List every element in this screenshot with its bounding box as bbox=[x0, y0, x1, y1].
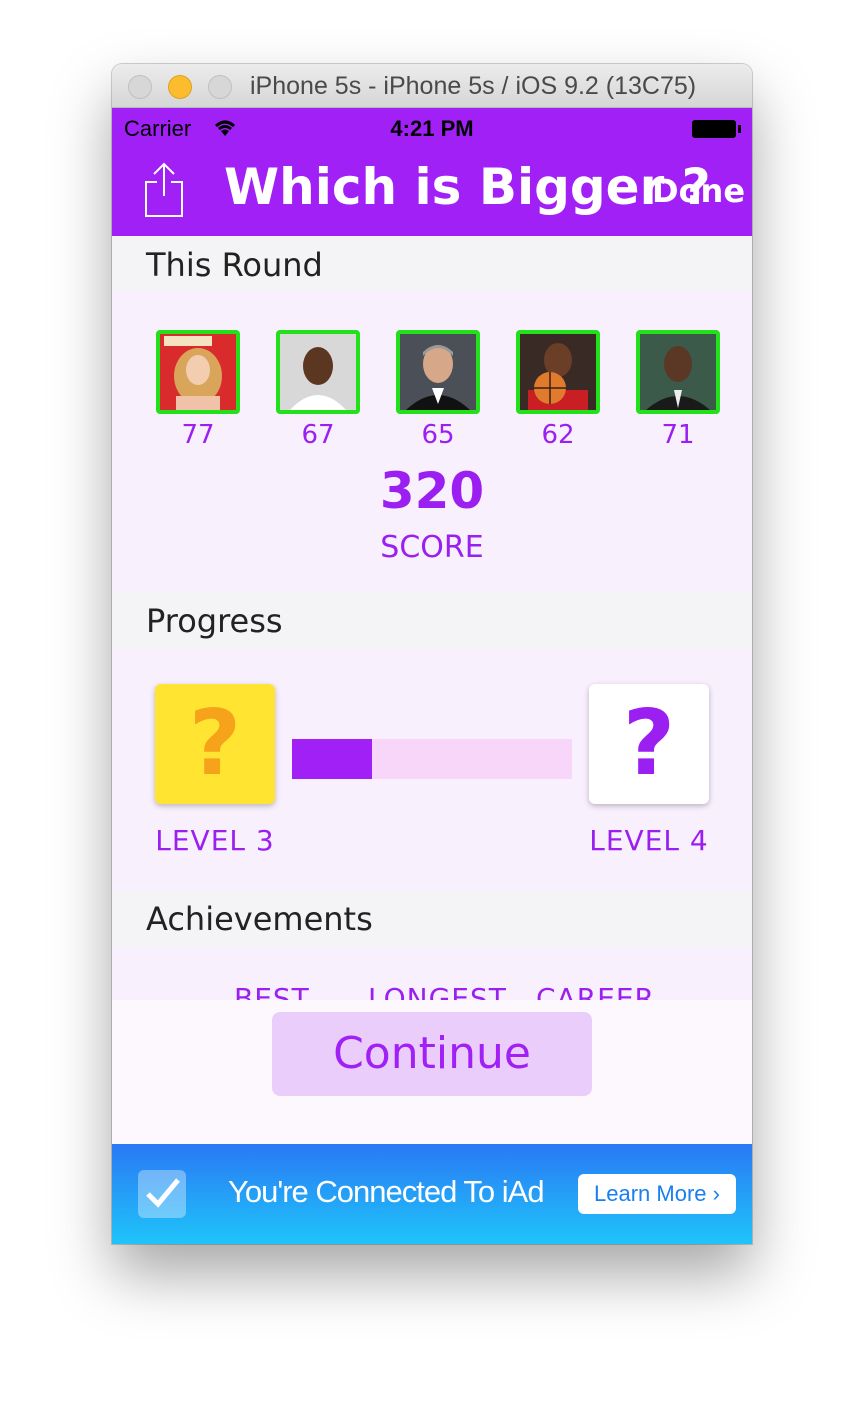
round-item: 71 bbox=[636, 330, 720, 450]
simulator-window: iPhone 5s - iPhone 5s / iOS 9.2 (13C75) … bbox=[112, 64, 752, 1244]
page-title: Which is Bigger ? bbox=[224, 158, 711, 216]
round-item: 65 bbox=[396, 330, 480, 450]
next-level-label: LEVEL 4 bbox=[589, 824, 709, 857]
level-progress-fill bbox=[292, 739, 372, 779]
battery-icon bbox=[692, 120, 736, 138]
achievements-header: Achievements bbox=[112, 890, 752, 946]
question-mark-icon: ? bbox=[188, 691, 242, 796]
continue-area: Continue bbox=[112, 1000, 752, 1144]
round-item-value: 77 bbox=[181, 420, 215, 450]
navigation-bar: Which is Bigger ? Done bbox=[112, 148, 752, 236]
minimize-window-button[interactable] bbox=[168, 75, 192, 99]
share-icon[interactable] bbox=[144, 162, 184, 223]
achievements-section: BEST LONGEST CAREER bbox=[112, 946, 752, 1006]
round-item: 77 bbox=[156, 330, 240, 450]
portrait-4[interactable] bbox=[516, 330, 600, 414]
current-level-label: LEVEL 3 bbox=[155, 824, 275, 857]
round-item-value: 65 bbox=[421, 420, 455, 450]
battery-tip bbox=[738, 125, 741, 133]
achievements-heading: Achievements bbox=[146, 900, 373, 938]
window-title: iPhone 5s - iPhone 5s / iOS 9.2 (13C75) bbox=[250, 72, 697, 100]
learn-more-button[interactable]: Learn More › bbox=[578, 1174, 736, 1214]
score-label: SCORE bbox=[380, 530, 484, 565]
window-titlebar: iPhone 5s - iPhone 5s / iOS 9.2 (13C75) bbox=[112, 64, 752, 108]
checkmark-icon bbox=[138, 1170, 186, 1218]
done-button[interactable]: Done bbox=[652, 172, 745, 210]
portrait-5[interactable] bbox=[636, 330, 720, 414]
continue-button[interactable]: Continue bbox=[272, 1012, 592, 1096]
status-bar: Carrier 4:21 PM bbox=[112, 108, 752, 148]
portrait-3[interactable] bbox=[396, 330, 480, 414]
current-level-box: ? bbox=[155, 684, 275, 804]
iad-banner[interactable]: You're Connected To iAd Learn More › bbox=[112, 1144, 752, 1244]
this-round-header: This Round bbox=[112, 236, 752, 292]
round-item-value: 71 bbox=[661, 420, 695, 450]
zoom-window-button[interactable] bbox=[208, 75, 232, 99]
phone-screen: Carrier 4:21 PM Which is Bigger ? Done T… bbox=[112, 108, 752, 1244]
round-item: 67 bbox=[276, 330, 360, 450]
round-item: 62 bbox=[516, 330, 600, 450]
question-mark-icon: ? bbox=[622, 691, 676, 796]
round-item-value: 62 bbox=[541, 420, 575, 450]
iad-message: You're Connected To iAd bbox=[228, 1174, 545, 1209]
progress-heading: Progress bbox=[146, 602, 283, 640]
round-item-value: 67 bbox=[301, 420, 335, 450]
close-window-button[interactable] bbox=[128, 75, 152, 99]
level-progress-bar bbox=[292, 739, 572, 779]
score-value: 320 bbox=[379, 462, 485, 520]
this-round-heading: This Round bbox=[146, 246, 323, 284]
portrait-2[interactable] bbox=[276, 330, 360, 414]
clock: 4:21 PM bbox=[390, 116, 474, 141]
portrait-1[interactable] bbox=[156, 330, 240, 414]
next-level-box: ? bbox=[589, 684, 709, 804]
this-round-section: 77 67 65 62 71 320 SCORE bbox=[112, 292, 752, 592]
progress-header: Progress bbox=[112, 592, 752, 648]
